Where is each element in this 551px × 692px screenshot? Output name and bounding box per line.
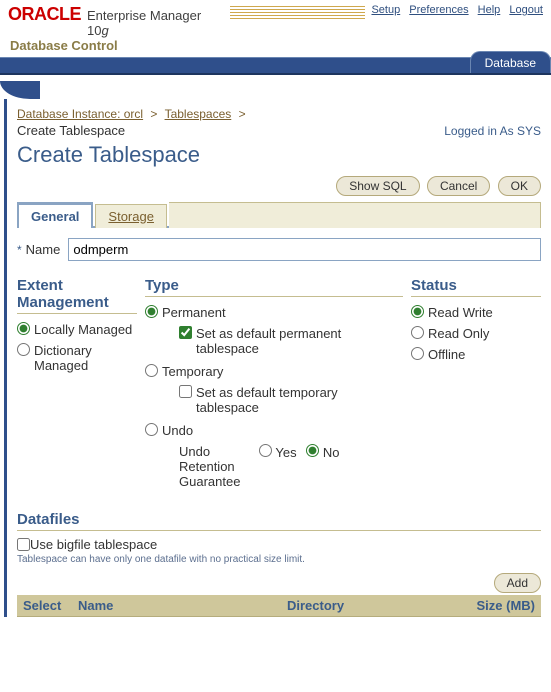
- tab-bar: Database: [0, 57, 551, 81]
- label-locally-managed: Locally Managed: [34, 322, 132, 337]
- datafiles-table: Select Name Directory Size (MB): [17, 595, 541, 617]
- action-buttons: Show SQL Cancel OK: [17, 176, 541, 196]
- radio-locally-managed[interactable]: [17, 322, 30, 335]
- product-title: Enterprise Manager 10g: [87, 8, 222, 38]
- radio-dictionary-managed[interactable]: [17, 343, 30, 356]
- link-preferences[interactable]: Preferences: [409, 4, 468, 16]
- tab-database[interactable]: Database: [470, 51, 551, 73]
- brand: ORACLE Enterprise Manager 10g: [8, 4, 365, 38]
- label-default-permanent: Set as default permanent tablespace: [196, 326, 403, 356]
- radio-undo-yes[interactable]: [259, 444, 272, 457]
- brand-decor: [230, 6, 365, 20]
- show-sql-button[interactable]: Show SQL: [336, 176, 419, 196]
- label-temporary: Temporary: [162, 364, 223, 379]
- name-row: * Name: [17, 238, 541, 261]
- tab-general[interactable]: General: [17, 202, 93, 228]
- status-heading: Status: [411, 277, 541, 297]
- type-heading: Type: [145, 277, 403, 297]
- header-links: Setup Preferences Help Logout: [365, 4, 543, 16]
- curve-decor: [0, 81, 551, 99]
- link-setup[interactable]: Setup: [371, 4, 400, 16]
- label-offline: Offline: [428, 347, 465, 362]
- radio-undo-no[interactable]: [306, 444, 319, 457]
- col-directory: Directory: [281, 595, 451, 617]
- breadcrumb-tablespaces[interactable]: Tablespaces: [165, 107, 232, 121]
- label-bigfile: Use bigfile tablespace: [30, 537, 157, 552]
- radio-undo[interactable]: [145, 423, 158, 436]
- page-title: Create Tablespace: [17, 142, 541, 168]
- label-undo: Undo: [162, 423, 193, 438]
- oracle-logo: ORACLE: [8, 4, 81, 25]
- link-logout[interactable]: Logout: [509, 4, 543, 16]
- check-default-permanent[interactable]: [179, 326, 192, 339]
- product-subtitle: Database Control: [8, 38, 543, 53]
- radio-permanent[interactable]: [145, 305, 158, 318]
- name-label: Name: [26, 242, 61, 257]
- label-default-temporary: Set as default temporary tablespace: [196, 385, 403, 415]
- check-default-temporary[interactable]: [179, 385, 192, 398]
- bigfile-hint: Tablespace can have only one datafile wi…: [17, 554, 541, 565]
- label-read-write: Read Write: [428, 305, 493, 320]
- name-input[interactable]: [68, 238, 541, 261]
- col-name: Name: [72, 595, 281, 617]
- add-button[interactable]: Add: [494, 573, 541, 593]
- extent-heading: Extent Management: [17, 277, 137, 314]
- radio-offline[interactable]: [411, 347, 424, 360]
- breadcrumb-current: Create Tablespace: [17, 123, 125, 138]
- section-status: Status Read Write Read Only Offline: [411, 277, 541, 489]
- check-bigfile[interactable]: [17, 538, 30, 551]
- link-help[interactable]: Help: [478, 4, 501, 16]
- col-select: Select: [17, 595, 72, 617]
- logged-in-status: Logged in As SYS: [444, 124, 541, 138]
- cancel-button[interactable]: Cancel: [427, 176, 490, 196]
- datafiles-heading: Datafiles: [17, 511, 541, 531]
- subtab-row: General Storage: [17, 200, 541, 226]
- section-extent: Extent Management Locally Managed Dictio…: [17, 277, 137, 489]
- label-undo-retention: Undo Retention Guarantee: [179, 444, 259, 489]
- required-marker: *: [17, 243, 22, 257]
- radio-read-only[interactable]: [411, 326, 424, 339]
- header: ORACLE Enterprise Manager 10g Setup Pref…: [0, 0, 551, 53]
- tab-storage[interactable]: Storage: [95, 204, 167, 228]
- radio-read-write[interactable]: [411, 305, 424, 318]
- ok-button[interactable]: OK: [498, 176, 541, 196]
- label-dictionary-managed: Dictionary Managed: [34, 343, 137, 373]
- radio-temporary[interactable]: [145, 364, 158, 377]
- label-permanent: Permanent: [162, 305, 226, 320]
- section-type: Type Permanent Set as default permanent …: [145, 277, 403, 489]
- breadcrumb-db-instance[interactable]: Database Instance: orcl: [17, 107, 143, 121]
- label-read-only: Read Only: [428, 326, 489, 341]
- breadcrumb: Database Instance: orcl > Tablespaces >: [17, 107, 541, 121]
- col-size: Size (MB): [451, 595, 541, 617]
